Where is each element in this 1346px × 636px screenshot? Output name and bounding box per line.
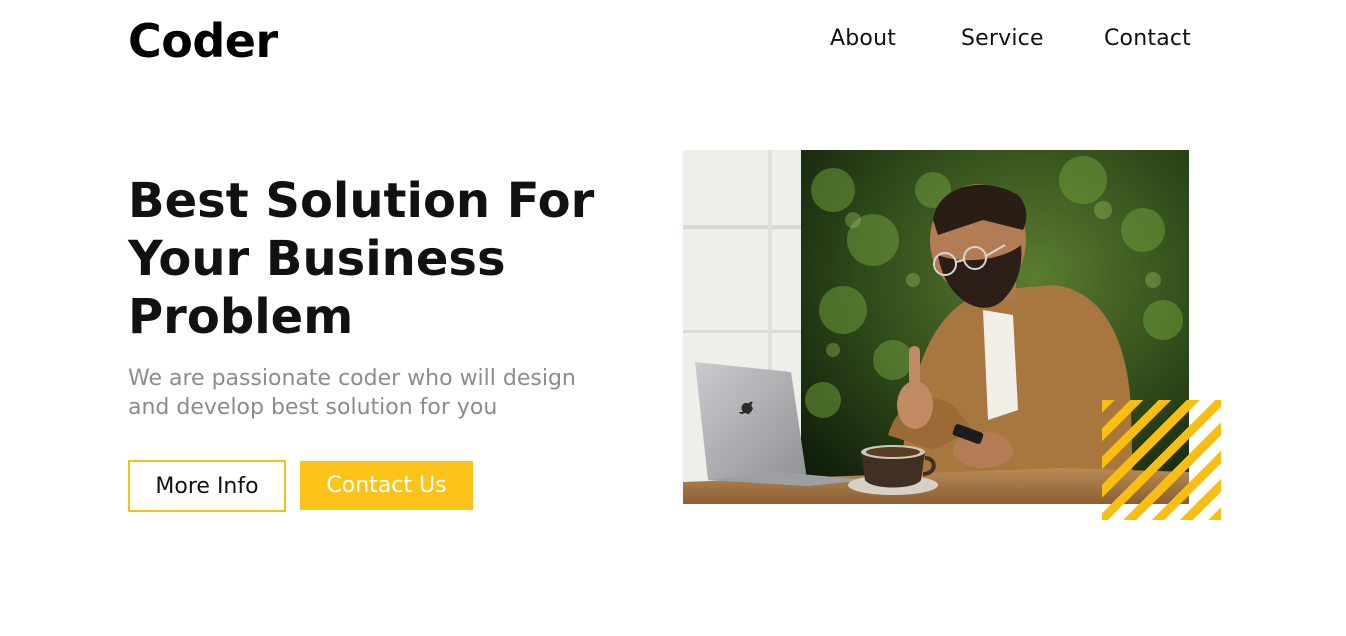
contact-us-button[interactable]: Contact Us <box>300 461 473 510</box>
nav-about-link[interactable]: About <box>830 26 896 51</box>
decorative-stripes <box>1102 400 1221 520</box>
more-info-button[interactable]: More Info <box>128 460 286 512</box>
hero-title-line: Your Business <box>128 231 506 287</box>
hero-subtitle: We are passionate coder who will design … <box>128 364 648 422</box>
nav-contact-link[interactable]: Contact <box>1104 26 1191 51</box>
hero-subtitle-line: We are passionate coder who will design <box>128 366 576 391</box>
site-logo[interactable]: Coder <box>128 14 278 68</box>
hero-title: Best Solution For Your Business Problem <box>128 172 648 346</box>
nav-service-link[interactable]: Service <box>961 26 1044 51</box>
hero-title-line: Problem <box>128 289 354 345</box>
hero-subtitle-line: and develop best solution for you <box>128 395 498 420</box>
hero-title-line: Best Solution For <box>128 173 595 229</box>
